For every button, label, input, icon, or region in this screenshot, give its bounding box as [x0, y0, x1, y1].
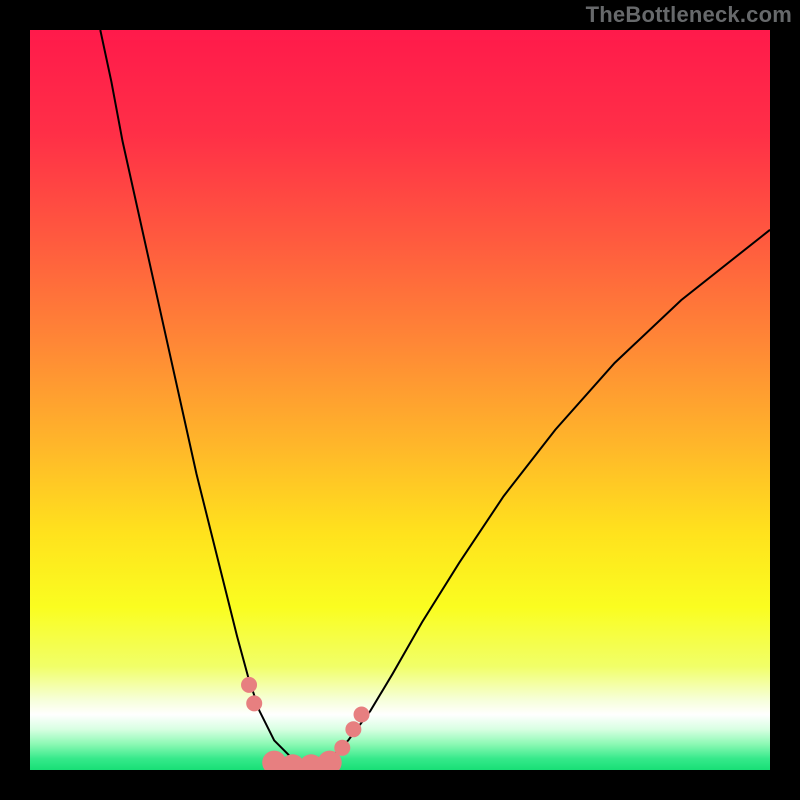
marker-point — [345, 721, 361, 737]
marker-point — [246, 695, 262, 711]
marker-point — [241, 677, 257, 693]
chart-stage: TheBottleneck.com — [0, 0, 800, 800]
chart-svg — [30, 30, 770, 770]
watermark-text: TheBottleneck.com — [586, 2, 792, 28]
plot-area — [30, 30, 770, 770]
marker-point — [354, 707, 370, 723]
marker-point — [334, 740, 350, 756]
